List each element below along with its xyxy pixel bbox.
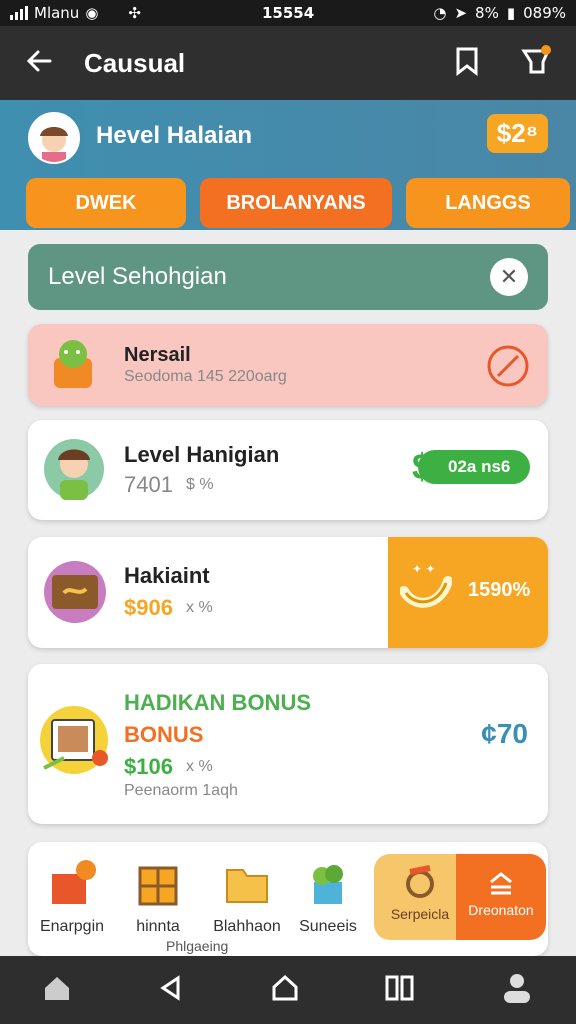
basket-icon (48, 336, 98, 397)
balance-badge[interactable]: $2⁸ (486, 114, 548, 153)
home-icon[interactable] (42, 973, 72, 1008)
profile-name: Hevel Halaian (96, 122, 253, 149)
clock: 15554 (262, 4, 315, 22)
tab-1[interactable]: DWEK (26, 178, 186, 228)
primary-button[interactable]: Dreonaton (456, 854, 546, 940)
card-value: $906 (124, 595, 173, 620)
card-value: $106 (124, 754, 173, 779)
no-entry-icon[interactable] (486, 344, 530, 393)
secondary-button[interactable]: Serpeicla (374, 854, 466, 940)
shortcut-label: hinnta (136, 918, 180, 935)
reward-panel[interactable]: ✦ ✦ 1590% (388, 537, 548, 648)
shortcut-item[interactable]: Suneeis (290, 842, 366, 936)
card-level-hanigian[interactable]: Level Hanigian 7401 $ % $ 02a ns6 (28, 420, 548, 520)
card-suffix: x % (186, 758, 213, 775)
sync-icon: ✣ (128, 4, 141, 22)
price-badge[interactable]: 02a ns6 (418, 450, 530, 484)
notification-icon: ◉ (85, 4, 99, 22)
bonus-title: HADIKAN BONUS (124, 690, 311, 715)
battery-small-label: 8% (475, 4, 499, 22)
primary-button-label: Dreonaton (468, 902, 534, 918)
card-suffix: $ % (186, 476, 214, 493)
plant-pot-icon (300, 856, 356, 912)
svg-text:✦ ✦: ✦ ✦ (412, 563, 435, 576)
secondary-button-label: Serpeicla (390, 906, 450, 922)
card-subtitle: Seodoma 145 220oarg (124, 368, 287, 385)
gift-box-icon (44, 856, 100, 912)
tab-bar: DWEK BROLANYANS LANGGS (26, 178, 570, 228)
folder-icon (219, 856, 275, 912)
signal-icon (10, 6, 28, 20)
back-arrow-icon[interactable] (24, 46, 54, 81)
bottom-nav (0, 956, 576, 1024)
treasure-icon (42, 559, 108, 630)
menu-up-icon (486, 868, 516, 898)
shortcut-label: Suneeis (299, 918, 357, 935)
bonus-subtitle: BONUS (124, 722, 204, 747)
close-icon[interactable]: ✕ (490, 258, 528, 296)
card-bonus[interactable]: HADIKAN BONUS BONUS $106 x % Peenaorm 1a… (28, 664, 548, 824)
shortcut-label: Blahhaon (213, 918, 281, 935)
card-suffix: x % (186, 599, 213, 616)
back-triangle-icon[interactable] (156, 973, 186, 1008)
card-value: 7401 (124, 472, 173, 497)
shortcut-item[interactable]: Blahhaon (202, 842, 292, 936)
card-title: Nersail (124, 344, 191, 366)
card-hakiaint[interactable]: Hakiaint $906 x % ✦ ✦ 1590% (28, 537, 548, 648)
battery-icon: ▮ (506, 4, 516, 22)
battery-label: 089% (523, 4, 566, 22)
shortcut-row: Enarpgin hinnta Blahhaon Suneeis Phlgaei… (28, 842, 548, 956)
shortcut-item[interactable]: Enarpgin (32, 842, 112, 936)
card-title: Level Hanigian (124, 442, 280, 467)
banner-label: Level Sehohgian (48, 263, 227, 290)
character-avatar (42, 436, 106, 507)
crate-icon (130, 856, 186, 912)
cart-icon[interactable] (520, 44, 552, 82)
shortcut-label: Enarpgin (39, 918, 105, 935)
bookmark-icon[interactable] (454, 46, 480, 81)
tab-2[interactable]: BROLANYANS (200, 178, 392, 228)
card-note: Peenaorm 1aqh (124, 782, 238, 799)
location-icon: ➤ (454, 4, 468, 22)
page-title: Causual (84, 47, 186, 78)
whistle-icon (400, 862, 440, 902)
shortcut-item[interactable]: hinnta (118, 842, 198, 936)
card-title: Hakiaint (124, 563, 210, 588)
reward-percent: 1590% (468, 579, 531, 601)
carrier-label: Mlanu (34, 4, 80, 22)
profile-header: Hevel Halaian $2⁸ DWEK BROLANYANS LANGGS (0, 100, 576, 230)
card-nersail[interactable]: Nersail Seodoma 145 220oarg (28, 324, 548, 406)
status-bar: Mlanu ◉ ✣ 15554 ◔ ➤ 8% ▮ 089% (0, 0, 576, 26)
home-button-icon[interactable] (270, 973, 300, 1008)
picture-frame-icon (38, 702, 114, 787)
tab-3[interactable]: LANGGS (406, 178, 570, 228)
profile-icon[interactable] (500, 971, 534, 1010)
bonus-amount[interactable]: ¢70 (481, 718, 528, 750)
app-bar: Causual (0, 26, 576, 100)
shortcut-sub-label: Phlgaeing (166, 938, 229, 954)
banana-icon: ✦ ✦ (399, 562, 453, 616)
level-banner: Level Sehohgian ✕ (28, 244, 548, 310)
recents-icon[interactable] (384, 973, 416, 1008)
avatar[interactable] (28, 112, 80, 164)
wifi-icon: ◔ (433, 4, 447, 22)
